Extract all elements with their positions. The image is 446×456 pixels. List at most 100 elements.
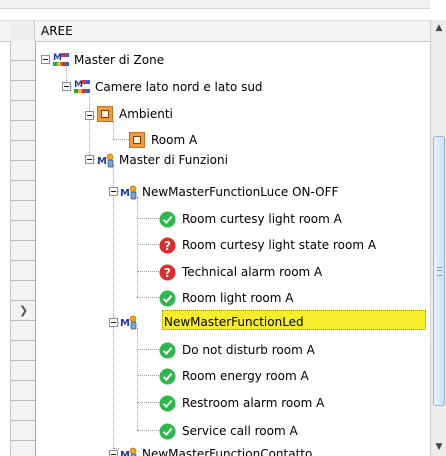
row-selector[interactable] (11, 381, 35, 401)
header-gutter (10, 21, 35, 41)
tree-node-function[interactable]: Room curtesy light room A (159, 209, 419, 229)
svg-text:M: M (74, 80, 83, 90)
row-selector[interactable]: ❯ (11, 301, 35, 321)
row-selector[interactable] (11, 321, 35, 341)
node-label: Camere lato nord e lato sud (95, 80, 263, 94)
row-selector[interactable] (11, 361, 35, 381)
master-function-icon: M (120, 314, 138, 333)
tree-line (137, 328, 138, 430)
tree-line (113, 448, 119, 449)
grip-icon (437, 267, 442, 276)
collapse-toggle[interactable] (62, 82, 71, 91)
row-selector[interactable] (11, 241, 35, 261)
row-selector[interactable] (11, 41, 35, 61)
tree-node-function[interactable]: ? Room curtesy light state room A (159, 235, 429, 255)
node-label: Room curtesy light state room A (182, 238, 377, 252)
tree-node-function[interactable]: Restroom alarm room A (159, 393, 419, 413)
tree-line (137, 297, 159, 298)
tree-line (113, 139, 129, 140)
master-zone-icon: M (73, 79, 91, 98)
row-selector[interactable] (11, 161, 35, 181)
svg-text:?: ? (164, 266, 171, 280)
master-zone-icon: M (52, 52, 70, 71)
tree-line (137, 244, 159, 245)
tree-node-function[interactable]: Do not disturb room A (159, 340, 419, 360)
node-label: Room energy room A (182, 369, 309, 383)
tree-header: AREE (0, 20, 430, 42)
row-selector[interactable] (11, 341, 35, 361)
scroll-thumb[interactable] (433, 136, 445, 406)
collapse-toggle[interactable] (85, 111, 94, 120)
row-selector[interactable] (11, 201, 35, 221)
node-label: NewMasterFunctionLuce ON-OFF (142, 185, 339, 199)
row-selector[interactable] (11, 81, 35, 101)
row-selector[interactable] (11, 421, 35, 441)
tree-node-ambienti[interactable]: Ambienti (97, 104, 397, 124)
node-label: Ambienti (119, 107, 173, 121)
tree-node-function[interactable]: ? Technical alarm room A (159, 262, 419, 282)
node-label: Room A (151, 133, 198, 147)
collapse-toggle[interactable] (109, 318, 118, 327)
tree-node-function[interactable]: Room light room A (159, 288, 419, 308)
room-folder-icon (97, 106, 113, 125)
status-ok-icon (159, 423, 176, 443)
svg-text:M: M (120, 450, 130, 456)
node-label: NewMasterFunctionLed (164, 315, 304, 329)
status-ok-icon (159, 290, 176, 310)
tree-node-function[interactable]: Service call room A (159, 421, 419, 441)
row-selector[interactable] (11, 101, 35, 121)
row-selector[interactable] (11, 401, 35, 421)
tree-line (137, 218, 159, 219)
collapse-toggle[interactable] (109, 450, 118, 456)
node-label: Room curtesy light room A (182, 212, 342, 226)
tree-line (137, 271, 159, 272)
tree-line (137, 402, 159, 403)
row-selector[interactable] (11, 141, 35, 161)
node-label: Master di Zone (74, 53, 165, 67)
row-selector[interactable] (11, 261, 35, 281)
tree-line (137, 375, 159, 376)
tree-line (137, 197, 138, 297)
tree-node-room-a[interactable]: Room A (129, 130, 409, 150)
node-label: Do not disturb room A (182, 343, 315, 357)
collapse-toggle[interactable] (85, 155, 94, 164)
node-label: Room light room A (182, 291, 294, 305)
master-function-icon: M (120, 446, 138, 456)
row-selector[interactable] (11, 121, 35, 141)
tree-node-function[interactable]: Room energy room A (159, 366, 419, 386)
status-ok-icon (159, 211, 176, 231)
node-label: Technical alarm room A (182, 265, 323, 279)
svg-text:M: M (53, 53, 62, 63)
tree-node-contatto[interactable]: M NewMasterFunctionContatto (120, 444, 420, 456)
vertical-scrollbar[interactable]: ▲ ▼ (430, 20, 446, 456)
row-gutter: ❯ (10, 41, 36, 456)
master-function-icon: M (97, 152, 115, 171)
master-function-icon: M (120, 184, 138, 203)
collapse-toggle[interactable] (41, 55, 50, 64)
room-icon (129, 132, 145, 151)
status-ok-icon (159, 342, 176, 362)
row-selector[interactable] (11, 281, 35, 301)
status-ok-icon (159, 368, 176, 388)
row-selector[interactable] (11, 61, 35, 81)
column-header-aree[interactable]: AREE (41, 24, 73, 38)
svg-text:M: M (120, 188, 130, 199)
tree-node-luce[interactable]: M NewMasterFunctionLuce ON-OFF (120, 182, 420, 202)
node-label: NewMasterFunctionContatto (142, 447, 313, 456)
collapse-toggle[interactable] (109, 187, 118, 196)
tree-node-master-funzioni[interactable]: M Master di Funzioni (97, 150, 417, 170)
tree-node-master-zone[interactable]: M Master di Zone (52, 50, 422, 70)
tree-node-led-selected[interactable]: M NewMasterFunctionLed (120, 312, 420, 332)
tree-node-camere[interactable]: M Camere lato nord e lato sud (73, 77, 423, 97)
tree-view[interactable]: AREE ❯ M Master di Zone M Camere lato no… (0, 0, 446, 456)
row-selector[interactable] (11, 221, 35, 241)
scroll-down-icon[interactable]: ▼ (431, 439, 446, 456)
tree-line (137, 349, 159, 350)
current-row-arrow-icon: ❯ (19, 304, 29, 317)
node-label: Restroom alarm room A (182, 396, 325, 410)
row-selector[interactable] (11, 441, 35, 456)
tree-line (89, 96, 90, 159)
status-unknown-icon: ? (159, 264, 176, 284)
scroll-up-icon[interactable]: ▲ (431, 20, 446, 37)
row-selector[interactable] (11, 181, 35, 201)
